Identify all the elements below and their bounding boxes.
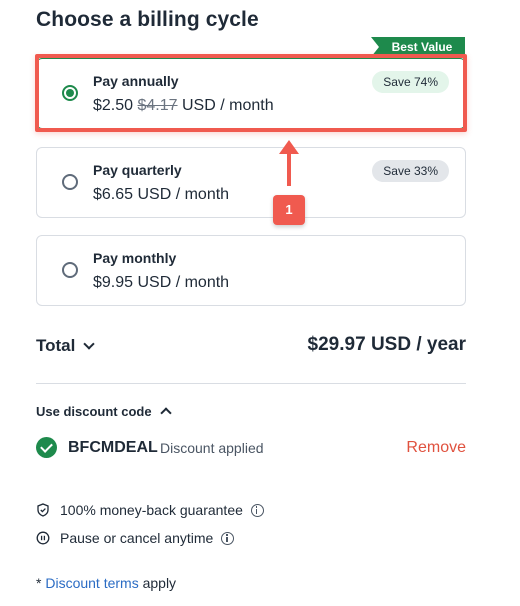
radio-unselected[interactable] (62, 262, 78, 278)
chevron-down-icon (83, 338, 96, 350)
save-badge: Save 74% (372, 71, 449, 93)
page-title: Choose a billing cycle (36, 8, 259, 31)
pause-circle-icon (36, 531, 50, 545)
chevron-up-icon (159, 407, 172, 419)
best-value-ribbon: Best Value (371, 37, 465, 57)
info-icon[interactable] (221, 531, 235, 545)
old-price: $4.17 (137, 97, 178, 114)
check-circle-icon (36, 437, 57, 458)
discount-code-toggle[interactable]: Use discount code (36, 404, 172, 419)
discount-status: Discount applied (160, 440, 264, 456)
shield-check-icon (37, 503, 49, 517)
remove-discount-button[interactable]: Remove (406, 439, 466, 457)
plan-price: $6.65 USD / month (93, 186, 230, 203)
plan-name: Pay quarterly (93, 162, 182, 178)
plan-option-monthly[interactable]: Pay monthly $9.95 USD / month (36, 235, 466, 306)
plan-price: $2.50 $4.17 USD / month (93, 97, 274, 114)
divider (36, 383, 466, 384)
radio-unselected[interactable] (62, 174, 78, 190)
plan-option-annually[interactable]: Pay annually $2.50 $4.17 USD / month Sav… (36, 58, 466, 129)
radio-selected[interactable] (62, 85, 78, 101)
discount-code: BFCMDEAL (68, 439, 158, 456)
total-toggle[interactable]: Total (36, 336, 96, 356)
feature-money-back: 100% money-back guarantee (36, 502, 264, 518)
plan-name: Pay monthly (93, 250, 177, 266)
discount-terms-link[interactable]: Discount terms (45, 575, 138, 591)
total-value: $29.97 USD / year (307, 334, 466, 355)
annotation-number-badge: 1 (273, 195, 305, 225)
plan-option-quarterly[interactable]: Pay quarterly $6.65 USD / month Save 33% (36, 147, 466, 218)
save-badge: Save 33% (372, 160, 449, 182)
info-icon[interactable] (250, 503, 264, 517)
plan-price: $9.95 USD / month (93, 274, 230, 291)
feature-pause-cancel: Pause or cancel anytime (36, 530, 235, 546)
annotation-arrow (287, 150, 291, 186)
plan-name: Pay annually (93, 73, 179, 89)
discount-terms: * Discount terms apply (36, 575, 177, 591)
